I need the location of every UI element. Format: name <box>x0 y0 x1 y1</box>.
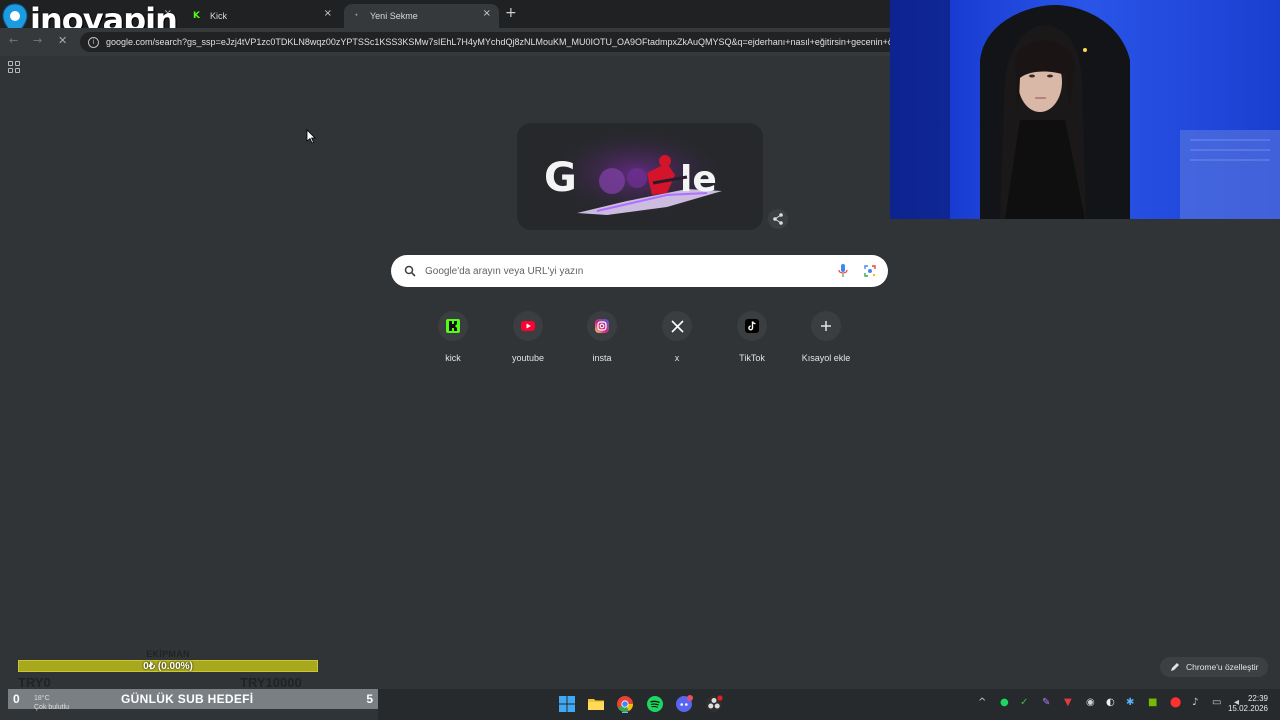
site-info-icon[interactable]: i <box>88 36 99 48</box>
goal-min-label: TRY0 <box>18 675 51 690</box>
apps-grid-icon[interactable] <box>8 61 20 73</box>
share-icon <box>773 213 783 225</box>
shortcut-label: Kısayol ekle <box>801 353 851 363</box>
weather-desc: Çok bulutlu <box>34 704 70 711</box>
url-text: google.com/search?gs_ssp=eJzj4tVP1zc0TDK… <box>106 37 893 47</box>
stop-loading-icon[interactable]: ✕ <box>58 34 67 47</box>
tray-shield-icon[interactable]: ▼ <box>1064 697 1072 708</box>
tray-display-icon[interactable]: ▭ <box>1212 697 1221 708</box>
svg-text:G: G <box>544 155 577 201</box>
shortcut-label: youtube <box>511 353 545 363</box>
pencil-icon <box>1171 663 1179 671</box>
tray-app-icon[interactable]: ✓ <box>1020 697 1028 708</box>
new-tab-button[interactable]: + <box>505 5 517 21</box>
shortcut-insta[interactable]: insta <box>567 311 637 363</box>
shortcut-icon-circle <box>662 311 692 341</box>
weather-temp: 18°C <box>34 695 50 702</box>
forward-arrow-icon[interactable]: → <box>33 34 42 47</box>
share-doodle-button[interactable] <box>768 209 788 229</box>
doodle-image: G le <box>544 133 722 215</box>
goal-progress-bar: 0₺ (0.00%) <box>18 660 318 672</box>
shortcut-icon-circle <box>737 311 767 341</box>
obs-icon[interactable] <box>705 695 723 713</box>
goal-max-label: TRY10000 <box>240 675 302 690</box>
google-lens-icon[interactable] <box>864 265 876 277</box>
tab-label: Kick <box>210 11 228 21</box>
show-hidden-icons-chevron-icon[interactable]: ^ <box>978 697 986 708</box>
screen: × K Kick × · Yeni Sekme × + inovapin ← →… <box>0 0 1280 720</box>
loading-spinner-icon: · <box>354 11 359 21</box>
tab-close-icon[interactable]: × <box>483 8 491 19</box>
shortcut-label: kick <box>445 353 461 363</box>
google-doodle[interactable]: G le <box>517 123 763 230</box>
shortcut-youtube[interactable]: youtube <box>493 311 563 363</box>
shortcut-icon-circle <box>438 311 468 341</box>
tray-pen-icon[interactable]: ✎ <box>1042 697 1050 708</box>
microphone-icon[interactable] <box>838 264 848 278</box>
discord-icon[interactable] <box>675 695 693 713</box>
taskbar-clock[interactable]: 22:39 15.02.2026 <box>1224 694 1268 714</box>
shortcut-label: insta <box>592 353 612 363</box>
goal-progress-text: 0₺ (0.00%) <box>143 661 193 672</box>
shortcut-tiktok[interactable]: TikTok <box>717 311 787 363</box>
sub-goal-current: 0 <box>13 692 20 706</box>
webcam-image <box>890 0 1280 219</box>
shortcut-add[interactable]: Kısayol ekle <box>791 311 861 363</box>
tab-close-icon[interactable]: × <box>324 8 332 19</box>
shortcut-label: TikTok <box>739 353 765 363</box>
plus-icon <box>821 321 831 331</box>
kick-icon <box>446 319 460 333</box>
sub-goal-label: GÜNLÜK SUB HEDEFİ <box>121 692 254 706</box>
tray-github-icon[interactable]: ◐ <box>1106 697 1115 708</box>
customize-chrome-button[interactable]: Chrome'u özelleştir <box>1160 657 1268 677</box>
shortcut-icon-circle <box>811 311 841 341</box>
tab-new-tab[interactable]: · Yeni Sekme × <box>344 4 499 28</box>
tab-label: Yeni Sekme <box>370 11 418 21</box>
tab-kick[interactable]: K Kick × <box>184 4 340 28</box>
tray-record-icon[interactable]: ⬤ <box>1170 697 1181 708</box>
webcam-overlay <box>890 0 1280 219</box>
goal-title: EKİPMAN <box>146 649 190 659</box>
back-arrow-icon[interactable]: ← <box>9 34 18 47</box>
tray-steam-icon[interactable]: ◉ <box>1086 697 1095 708</box>
shortcut-icon-circle <box>587 311 617 341</box>
file-explorer-icon[interactable] <box>587 695 605 713</box>
customize-label: Chrome'u özelleştir <box>1186 662 1259 672</box>
chrome-icon[interactable] <box>616 695 634 713</box>
spotify-icon[interactable] <box>646 695 664 713</box>
x-icon <box>670 319 684 333</box>
shortcut-icon-circle <box>513 311 543 341</box>
shortcut-label: x <box>674 353 680 363</box>
windows-taskbar: ^ ● ✓ ✎ ▼ ◉ ◐ ✱ ■ ⬤ ♪ ▭ ◂ <box>378 689 1280 720</box>
weather-widget[interactable]: 18°C Çok bulutlu <box>34 694 69 712</box>
search-box[interactable]: Google'da arayın veya URL'yi yazın <box>391 255 888 287</box>
tray-microphone-icon[interactable]: ♪ <box>1192 697 1198 708</box>
shortcut-x[interactable]: x <box>642 311 712 363</box>
windows-start-icon[interactable] <box>558 695 576 713</box>
kick-favicon-icon: K <box>193 11 200 21</box>
search-icon <box>404 265 416 277</box>
tray-bluetooth-icon[interactable]: ✱ <box>1126 697 1134 708</box>
svg-text:le: le <box>680 159 717 200</box>
shortcut-kick[interactable]: kick <box>418 311 488 363</box>
youtube-icon <box>521 321 535 331</box>
mouse-cursor-icon <box>306 129 316 144</box>
tray-spotify-icon[interactable]: ● <box>1000 697 1009 708</box>
clock-date: 15.02.2026 <box>1227 704 1268 713</box>
sub-goal-target: 5 <box>366 692 373 706</box>
clock-time: 22:39 <box>1247 694 1268 703</box>
tiktok-icon <box>745 319 759 333</box>
search-input[interactable]: Google'da arayın veya URL'yi yazın <box>425 266 583 277</box>
instagram-icon <box>595 319 609 333</box>
tray-nvidia-icon[interactable]: ■ <box>1148 697 1157 708</box>
